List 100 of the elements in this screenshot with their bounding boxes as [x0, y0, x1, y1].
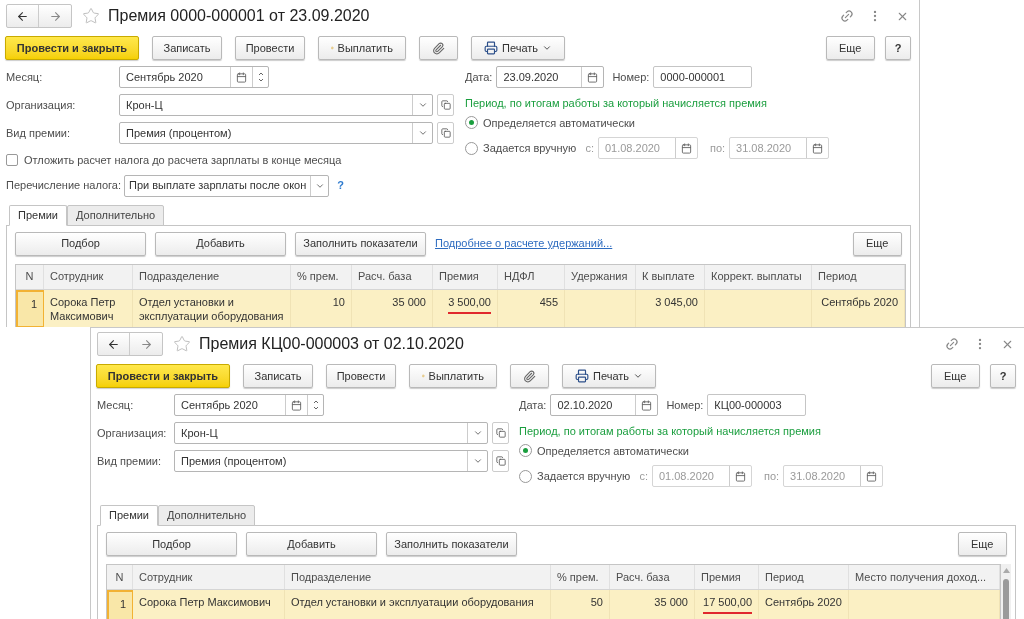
field-label: Дата: [519, 397, 547, 413]
window-title: Премия 0000-000001 от 23.09.2020 [108, 6, 370, 26]
column-header[interactable]: Расч. база [352, 264, 433, 289]
table-button[interactable]: Добавить [246, 532, 377, 556]
caret-icon [633, 371, 644, 381]
column-header[interactable]: Сотрудник [133, 565, 285, 589]
calendar-icon [587, 71, 599, 83]
radio-button[interactable] [465, 141, 478, 155]
tab[interactable]: Премии [9, 204, 67, 226]
column-header[interactable]: Сотрудник [44, 264, 133, 289]
column-header[interactable]: Коррект. выплаты [705, 264, 812, 289]
calendar-icon [866, 470, 878, 482]
post-and-close-button[interactable]: Провести и закрыть [5, 36, 139, 60]
column-header[interactable]: % прем. [291, 264, 352, 289]
star-icon[interactable] [173, 335, 191, 353]
number-field[interactable]: 0000-000001 [653, 66, 753, 88]
post-and-close-button[interactable]: Провести и закрыть [96, 364, 230, 388]
field-label: по: [709, 140, 726, 156]
radio-label: Определяется автоматически [483, 115, 635, 131]
column-header[interactable]: Место получения доход... [849, 565, 1000, 589]
radio-button[interactable] [465, 116, 478, 130]
column-header[interactable]: Период [759, 565, 849, 589]
print-button[interactable]: Печать [471, 36, 566, 60]
more-button[interactable]: Еще [826, 36, 875, 60]
calendar-icon [680, 142, 692, 154]
pay-button[interactable]: Выплатить [409, 364, 497, 388]
print-button[interactable]: Печать [562, 364, 657, 388]
attach-button[interactable] [419, 36, 458, 60]
column-header[interactable]: Премия [695, 565, 759, 589]
calendar-icon [812, 142, 824, 154]
star-icon[interactable] [82, 7, 100, 25]
more-button[interactable]: Еще [931, 364, 980, 388]
column-header[interactable]: Подразделение [133, 264, 291, 289]
number-field[interactable]: КЦ00-000003 [707, 394, 807, 416]
field-label: Перечисление налога: [6, 178, 122, 194]
column-header[interactable]: Период [812, 264, 905, 289]
pay-button[interactable]: Выплатить [318, 36, 406, 60]
column-header[interactable]: Удержания [565, 264, 636, 289]
radio-label: Определяется автоматически [537, 443, 689, 459]
caret-icon [417, 100, 428, 110]
month-field[interactable]: Сентябрь 2020 [174, 394, 324, 416]
column-header[interactable]: N [107, 565, 133, 589]
printer-icon [484, 41, 498, 55]
caret-icon [417, 128, 428, 138]
window-title: Премия КЦ00-000003 от 02.10.2020 [199, 334, 464, 354]
open-button[interactable] [437, 122, 454, 144]
caret-icon [542, 43, 553, 53]
details-link[interactable]: Подробнее о расчете удержаний... [435, 235, 613, 252]
table-cell: Сорока Петр Максимович [133, 590, 285, 619]
help-button[interactable]: ? [990, 364, 1016, 388]
tab[interactable]: Премии [100, 505, 158, 526]
table-row[interactable]: 1 Сорока Петр Максимович Отдел установки и эксплуатации оборудования 50 35 000 17 500,00 Сентябрь 2020 [107, 590, 1000, 619]
column-header[interactable]: % прем. [551, 565, 610, 589]
date-field[interactable]: 02.10.2020 [550, 394, 659, 416]
checkbox[interactable] [6, 154, 18, 167]
tab[interactable]: Дополнительно [67, 204, 165, 226]
open-button[interactable] [492, 422, 509, 444]
help-link[interactable]: ? [337, 177, 344, 194]
column-header[interactable]: К выплате [636, 264, 705, 289]
select-field[interactable]: Крон-Ц [174, 422, 488, 444]
field-label: Номер: [666, 397, 704, 413]
open-button[interactable] [492, 450, 509, 472]
toolbar-button[interactable]: Провести [235, 36, 305, 60]
tab[interactable]: Дополнительно [158, 505, 256, 526]
toolbar-button[interactable]: Записать [152, 36, 222, 60]
more-button[interactable]: Еще [958, 532, 1007, 556]
radio-button[interactable] [519, 444, 532, 458]
open-button[interactable] [437, 94, 454, 116]
table-button[interactable]: Заполнить показатели [386, 532, 517, 556]
select-value: Крон-Ц [180, 425, 219, 441]
column-header[interactable]: N [16, 264, 44, 289]
select-field[interactable]: При выплате зарплаты после окон [124, 174, 330, 197]
column-header[interactable]: Премия [433, 264, 498, 289]
help-button[interactable]: ? [885, 36, 911, 60]
table-cell: 35 000 [610, 590, 695, 619]
table-button[interactable]: Подбор [15, 231, 146, 256]
toolbar-button[interactable]: Провести [326, 364, 396, 388]
month-field[interactable]: Сентябрь 2020 [119, 66, 269, 88]
back-icon [16, 9, 29, 23]
paperclip-icon [432, 41, 445, 55]
date-field[interactable]: 23.09.2020 [496, 66, 605, 88]
table-button[interactable]: Добавить [155, 231, 286, 256]
table-button[interactable]: Заполнить показатели [295, 231, 426, 256]
select-field[interactable]: Премия (процентом) [119, 122, 433, 144]
radio-button[interactable] [519, 469, 532, 483]
select-value: Премия (процентом) [180, 453, 288, 469]
toolbar-button[interactable]: Записать [243, 364, 313, 388]
column-header[interactable]: Подразделение [285, 565, 551, 589]
date-value: 01.08.2020 [603, 140, 661, 156]
table-row[interactable]: 1 Сорока Петр Максимович Отдел установки и эксплуатации оборудования 10 35 000 3 500,00 455 3 045,00 Сентябрь 2020 [16, 289, 905, 327]
field-label: Дата: [465, 69, 493, 85]
attach-button[interactable] [510, 364, 549, 388]
field-label: с: [639, 468, 648, 484]
more-button[interactable]: Еще [853, 231, 902, 256]
table-cell: 1 [16, 289, 44, 327]
table-button[interactable]: Подбор [106, 532, 237, 556]
column-header[interactable]: Расч. база [610, 565, 695, 589]
select-field[interactable]: Премия (процентом) [174, 450, 488, 472]
select-field[interactable]: Крон-Ц [119, 94, 433, 116]
column-header[interactable]: НДФЛ [498, 264, 565, 289]
